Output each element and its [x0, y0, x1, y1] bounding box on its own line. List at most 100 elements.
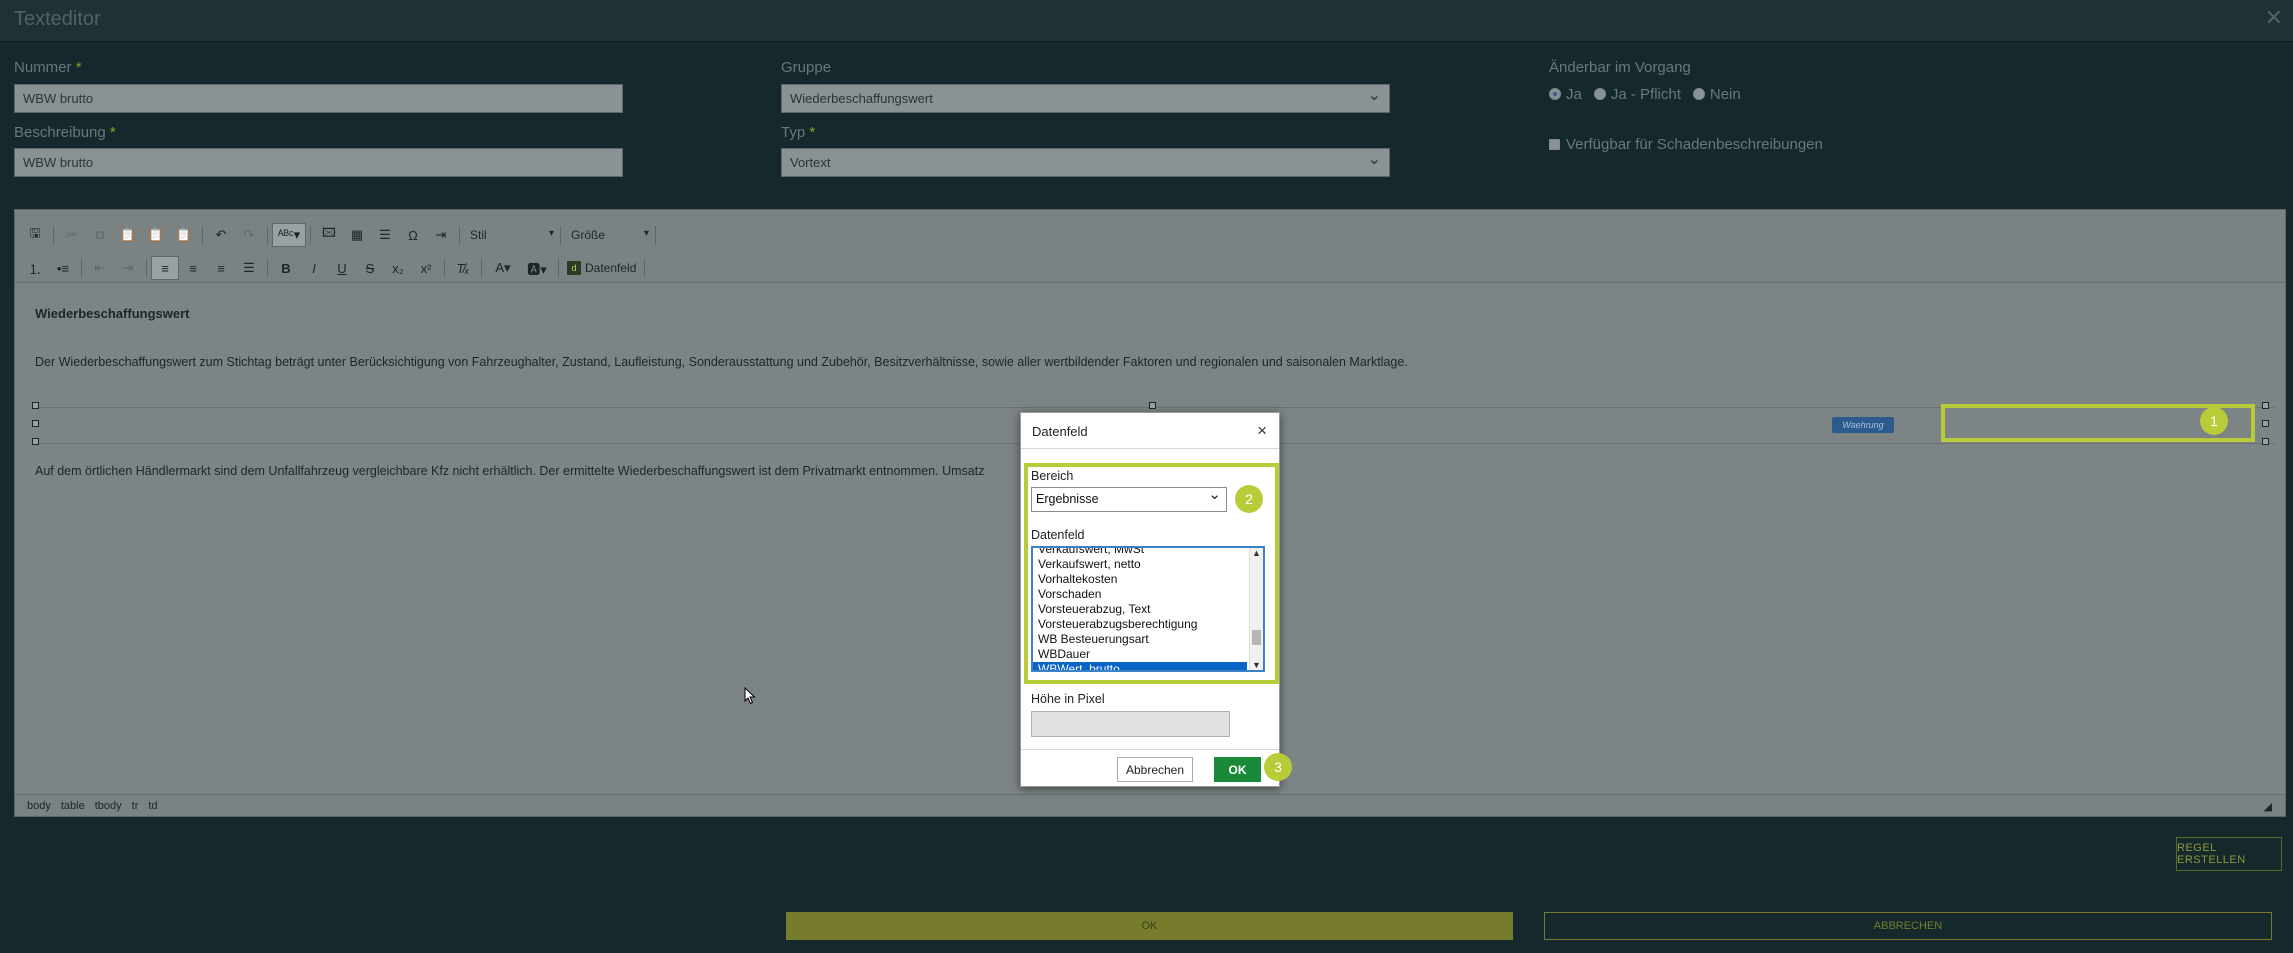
justify-icon[interactable]: ☰	[235, 256, 263, 280]
resize-handle[interactable]	[2262, 402, 2269, 409]
hoehe-input[interactable]	[1031, 711, 1230, 737]
required-mark: *	[109, 124, 116, 141]
toolbar-separator	[146, 259, 147, 277]
align-right-icon[interactable]: ≡	[207, 256, 235, 280]
text-color-icon[interactable]: A▾	[486, 256, 520, 280]
align-center-icon[interactable]: ≡	[179, 256, 207, 280]
page-break-icon[interactable]: ⇥	[427, 223, 455, 247]
radio-nein[interactable]: Nein	[1692, 86, 1741, 103]
path-item[interactable]: td	[148, 800, 157, 812]
radio-ja[interactable]: Ja	[1549, 86, 1582, 103]
underline-icon[interactable]: U	[328, 256, 356, 280]
content-paragraph-1: Der Wiederbeschaffungswert zum Stichtag …	[35, 355, 1408, 369]
content-heading: Wiederbeschaffungswert	[35, 306, 190, 321]
dialog-ok-button[interactable]: OK	[1214, 757, 1261, 782]
toolbar-row-1: 🖫 ✂ ⧉ 📋 📋 📋 ↶ ↷ ᴬᴮᶜ▾ 🖾 ▦ ☰ Ω ⇥ Stil Größ…	[21, 222, 660, 248]
resize-handle[interactable]	[32, 402, 39, 409]
window-titlebar: Texteditor ✕	[0, 0, 2293, 42]
toolbar-separator	[481, 259, 482, 277]
radio-ja-label: Ja	[1566, 86, 1582, 103]
outdent-icon[interactable]: ⇤	[86, 256, 114, 280]
verfuegbar-checkbox[interactable]: Verfügbar für Schadenbeschreibungen	[1549, 136, 1823, 153]
remove-format-icon[interactable]: T̸ₓ	[449, 256, 477, 280]
aenderbar-radio-group: Ja Ja - Pflicht Nein	[1549, 86, 1741, 103]
gruppe-select[interactable]: Wiederbeschaffungswert	[781, 84, 1390, 113]
toolbar-separator	[560, 226, 561, 244]
toolbar-separator	[53, 226, 54, 244]
radio-ja-pflicht[interactable]: Ja - Pflicht	[1593, 86, 1681, 103]
special-char-icon[interactable]: Ω	[399, 223, 427, 247]
toolbar-separator	[81, 259, 82, 277]
resize-handle[interactable]	[1149, 402, 1156, 409]
resize-handle[interactable]	[32, 420, 39, 427]
toolbar-separator	[310, 226, 311, 244]
toolbar-separator	[444, 259, 445, 277]
italic-icon[interactable]: I	[300, 256, 328, 280]
radio-on-icon	[1549, 88, 1561, 100]
undo-icon[interactable]: ↶	[207, 223, 235, 247]
regel-erstellen-button[interactable]: REGEL ERSTELLEN	[2176, 837, 2282, 871]
beschreibung-label-text: Beschreibung	[14, 124, 106, 141]
subscript-icon[interactable]: x₂	[384, 256, 412, 280]
required-mark: *	[75, 59, 82, 76]
spellcheck-icon[interactable]: ᴬᴮᶜ▾	[272, 223, 306, 247]
table-icon[interactable]: ▦	[343, 223, 371, 247]
datenfeld-button[interactable]: d Datenfeld	[563, 261, 640, 275]
gruppe-value: Wiederbeschaffungswert	[790, 91, 933, 106]
main-ok-button[interactable]: OK	[786, 912, 1513, 940]
waehrung-placeholder[interactable]: Waehrung	[1832, 417, 1894, 433]
copy-icon[interactable]: ⧉	[86, 223, 114, 247]
typ-select[interactable]: Vortext	[781, 148, 1390, 177]
path-item[interactable]: tbody	[95, 800, 122, 812]
datenfeld-button-label: Datenfeld	[585, 261, 637, 275]
background-color-icon[interactable]: 🅰▾	[520, 256, 554, 280]
strikethrough-icon[interactable]: S	[356, 256, 384, 280]
typ-value: Vortext	[790, 155, 831, 170]
mouse-cursor-icon	[744, 687, 756, 705]
horizontal-line-icon[interactable]: ☰	[371, 223, 399, 247]
cut-icon[interactable]: ✂	[58, 223, 86, 247]
paste-text-icon[interactable]: 📋	[142, 223, 170, 247]
paste-word-icon[interactable]: 📋	[170, 223, 198, 247]
beschreibung-input[interactable]: WBW brutto	[14, 148, 623, 177]
image-icon[interactable]: 🖾	[315, 223, 343, 247]
toolbar-separator	[655, 226, 656, 244]
main-abbrechen-button[interactable]: ABBRECHEN	[1544, 912, 2272, 940]
path-item[interactable]: body	[27, 800, 51, 812]
redo-icon[interactable]: ↷	[235, 223, 263, 247]
close-icon[interactable]: ✕	[2265, 6, 2283, 31]
toolbar-separator	[558, 259, 559, 277]
size-combo[interactable]: Größe	[565, 224, 651, 246]
aenderbar-label: Änderbar im Vorgang	[1549, 59, 1691, 76]
step-marker-2: 2	[1235, 485, 1263, 513]
numbered-list-icon[interactable]: ⒈	[21, 256, 49, 280]
bold-icon[interactable]: B	[272, 256, 300, 280]
bullet-list-icon[interactable]: •≡	[49, 256, 77, 280]
indent-icon[interactable]: ⇥	[114, 256, 142, 280]
resize-handle[interactable]	[32, 438, 39, 445]
toolbar-separator	[644, 259, 646, 277]
style-combo[interactable]: Stil	[464, 224, 556, 246]
resize-grip-icon[interactable]: ◢	[2264, 800, 2272, 813]
save-icon[interactable]: 🖫	[21, 223, 49, 247]
required-mark: *	[809, 124, 816, 141]
path-item[interactable]: table	[61, 800, 85, 812]
radio-nein-label: Nein	[1709, 86, 1741, 103]
paste-icon[interactable]: 📋	[114, 223, 142, 247]
radio-off-icon	[1593, 88, 1606, 100]
toolbar-separator	[267, 226, 268, 244]
dialog-footer-divider	[1021, 749, 1279, 750]
align-left-icon[interactable]: ≡	[151, 256, 179, 280]
dialog-close-icon[interactable]: ×	[1257, 421, 1267, 441]
resize-handle[interactable]	[2262, 420, 2269, 427]
nummer-input[interactable]: WBW brutto	[14, 84, 623, 113]
superscript-icon[interactable]: x²	[412, 256, 440, 280]
nummer-label-text: Nummer	[14, 59, 72, 76]
hoehe-label: Höhe in Pixel	[1031, 692, 1105, 706]
editor-toolbar: 🖫 ✂ ⧉ 📋 📋 📋 ↶ ↷ ᴬᴮᶜ▾ 🖾 ▦ ☰ Ω ⇥ Stil Größ…	[15, 210, 2285, 283]
dialog-title: Datenfeld	[1032, 424, 1088, 439]
path-item[interactable]: tr	[132, 800, 139, 812]
radio-ja-pflicht-label: Ja - Pflicht	[1610, 86, 1681, 103]
resize-handle[interactable]	[2262, 438, 2269, 445]
dialog-cancel-button[interactable]: Abbrechen	[1117, 757, 1193, 782]
